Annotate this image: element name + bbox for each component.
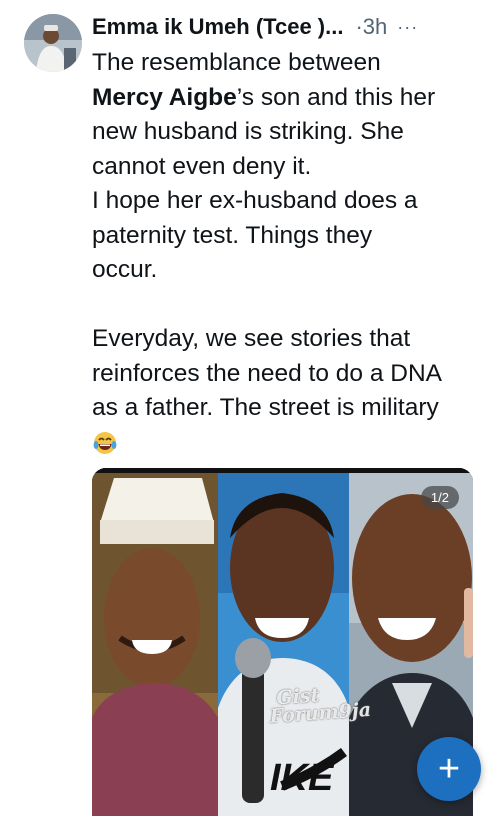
avatar-photo — [24, 14, 82, 72]
tweet-line: The resemblance between — [92, 49, 381, 76]
media-counter-badge: 1/2 — [420, 486, 459, 509]
tweet-line: as a father. The street is military — [92, 394, 439, 421]
tweet-line: cannot even deny it. — [92, 152, 312, 180]
plus-icon: + — [437, 748, 461, 790]
watermark: Gist Forum9ja — [269, 683, 372, 727]
tweet-text: The resemblance between Mercy Aigbe’s so… — [92, 46, 482, 460]
tweet-line — [92, 426, 482, 461]
tweet-line: paternity test. Things they — [92, 221, 373, 249]
laughing-tears-emoji-icon — [93, 432, 117, 455]
mention-link[interactable]: Mercy Aigbe — [92, 84, 237, 111]
tweet-line: new husband is striking. She — [92, 118, 404, 145]
tweet-media-photo[interactable]: IKE 1/2 Gist Forum9ja — [92, 468, 473, 816]
author-avatar[interactable] — [24, 14, 82, 72]
tweet-line-text: ’s son and this her — [236, 83, 436, 111]
tweet-line: occur. — [92, 256, 158, 283]
separator-dot: · — [355, 14, 363, 39]
tweet-header: Emma ik Umeh (Tcee )... · 3h ··· — [92, 10, 474, 44]
tweet-line: Mercy Aigbe’s son and this her — [92, 81, 482, 116]
more-options-icon[interactable]: ··· — [397, 17, 418, 38]
tweet-line: reinforces the need to do a DNA — [92, 359, 443, 387]
shirt-logo-text: IKE — [270, 757, 335, 799]
compose-tweet-button[interactable]: + — [417, 737, 481, 801]
author-name[interactable]: Emma ik Umeh (Tcee )... — [92, 14, 343, 40]
tweet-timestamp[interactable]: 3h — [363, 14, 387, 40]
collage-photo: IKE — [92, 468, 473, 816]
tweet-line: Everyday, we see stories that — [92, 325, 411, 352]
tweet-line: I hope her ex-husband does a — [92, 187, 418, 214]
